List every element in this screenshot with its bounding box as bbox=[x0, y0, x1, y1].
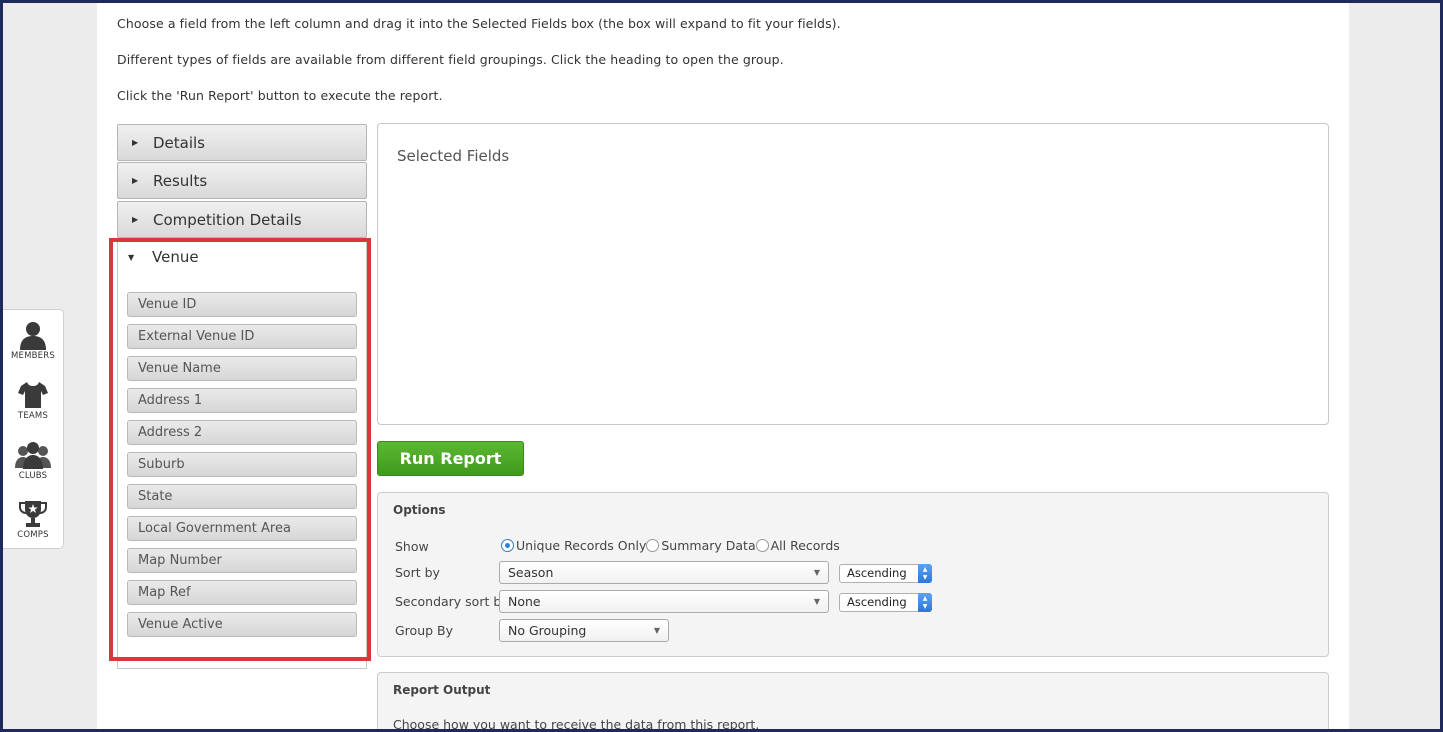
jersey-icon bbox=[18, 382, 48, 408]
run-report-button[interactable]: Run Report bbox=[377, 441, 524, 476]
sort-by-select[interactable]: Season ▼ bbox=[499, 561, 829, 584]
field-external-venue-id[interactable]: External Venue ID bbox=[127, 324, 357, 349]
stepper-arrows-icon: ▲ ▼ bbox=[918, 593, 932, 612]
nav-members[interactable]: MEMBERS bbox=[3, 320, 63, 361]
nav-label: MEMBERS bbox=[11, 351, 55, 361]
instruction-field-groupings: Different types of fields are available … bbox=[117, 52, 784, 67]
caret-right-icon: ▶ bbox=[132, 215, 139, 224]
nav-label: TEAMS bbox=[17, 411, 49, 421]
field-local-government-area[interactable]: Local Government Area bbox=[127, 516, 357, 541]
select-value: Ascending bbox=[847, 595, 907, 609]
field-state[interactable]: State bbox=[127, 484, 357, 509]
radio-label: Unique Records Only bbox=[516, 538, 647, 553]
options-heading: Options bbox=[393, 503, 446, 517]
secondary-sort-label: Secondary sort by bbox=[395, 594, 509, 609]
group-by-label: Group By bbox=[395, 623, 454, 638]
select-value: No Grouping bbox=[508, 623, 587, 638]
nav-label: CLUBS bbox=[18, 471, 48, 481]
group-header-label: Details bbox=[153, 133, 206, 152]
field-address-1[interactable]: Address 1 bbox=[127, 388, 357, 413]
radio-all-records[interactable]: All Records bbox=[755, 538, 840, 553]
caret-right-icon: ▶ bbox=[132, 176, 139, 185]
select-value: Season bbox=[508, 565, 554, 580]
nav-label: COMPS bbox=[17, 530, 49, 540]
field-address-2[interactable]: Address 2 bbox=[127, 420, 357, 445]
dropdown-caret-icon: ▼ bbox=[813, 597, 820, 606]
group-header-venue[interactable]: ▼ Venue bbox=[128, 248, 199, 266]
nav-comps[interactable]: COMPS bbox=[3, 499, 63, 540]
field-map-ref[interactable]: Map Ref bbox=[127, 580, 357, 605]
caret-right-icon: ▶ bbox=[132, 138, 139, 147]
group-header-competition-details[interactable]: ▶ Competition Details bbox=[117, 201, 367, 238]
radio-unselected-icon bbox=[755, 539, 769, 552]
report-output-heading: Report Output bbox=[393, 683, 491, 697]
nav-teams[interactable]: TEAMS bbox=[3, 380, 63, 421]
dropdown-caret-icon: ▼ bbox=[813, 568, 820, 577]
field-venue-active[interactable]: Venue Active bbox=[127, 612, 357, 637]
member-silhouette-icon bbox=[20, 322, 46, 350]
group-by-select[interactable]: No Grouping ▼ bbox=[499, 619, 669, 642]
radio-label: Summary Data bbox=[661, 538, 756, 553]
radio-unselected-icon bbox=[646, 539, 660, 552]
selected-fields-title: Selected Fields bbox=[397, 147, 510, 165]
dropdown-caret-icon: ▼ bbox=[653, 626, 660, 635]
trophy-icon bbox=[19, 501, 47, 527]
field-suburb[interactable]: Suburb bbox=[127, 452, 357, 477]
group-header-label: Venue bbox=[152, 248, 199, 266]
sort-order-select[interactable]: Ascending ▲ ▼ bbox=[839, 564, 932, 583]
stepper-arrows-icon: ▲ ▼ bbox=[918, 564, 932, 583]
select-value: None bbox=[508, 594, 541, 609]
field-venue-id[interactable]: Venue ID bbox=[127, 292, 357, 317]
group-header-label: Results bbox=[153, 171, 208, 190]
report-output-description: Choose how you want to receive the data … bbox=[393, 717, 760, 732]
group-header-results[interactable]: ▶ Results bbox=[117, 162, 367, 199]
sort-by-label: Sort by bbox=[395, 565, 440, 580]
select-value: Ascending bbox=[847, 566, 907, 580]
instruction-drag-fields: Choose a field from the left column and … bbox=[117, 16, 841, 31]
group-header-label: Competition Details bbox=[153, 210, 302, 229]
radio-summary-data[interactable]: Summary Data bbox=[646, 538, 756, 553]
secondary-order-select[interactable]: Ascending ▲ ▼ bbox=[839, 593, 932, 612]
show-label: Show bbox=[395, 539, 429, 554]
field-map-number[interactable]: Map Number bbox=[127, 548, 357, 573]
group-people-icon bbox=[15, 442, 51, 469]
radio-label: All Records bbox=[770, 538, 840, 553]
group-header-details[interactable]: ▶ Details bbox=[117, 124, 367, 161]
caret-down-icon: ▼ bbox=[128, 252, 135, 262]
field-venue-name[interactable]: Venue Name bbox=[127, 356, 357, 381]
instruction-run-report: Click the 'Run Report' button to execute… bbox=[117, 88, 443, 103]
show-radio-group: Unique Records Only Summary Data All Rec… bbox=[501, 538, 840, 553]
secondary-sort-select[interactable]: None ▼ bbox=[499, 590, 829, 613]
radio-selected-icon bbox=[501, 539, 514, 552]
radio-unique-records[interactable]: Unique Records Only bbox=[501, 538, 646, 553]
selected-fields-dropzone[interactable] bbox=[377, 123, 1329, 425]
nav-clubs[interactable]: CLUBS bbox=[3, 440, 63, 481]
